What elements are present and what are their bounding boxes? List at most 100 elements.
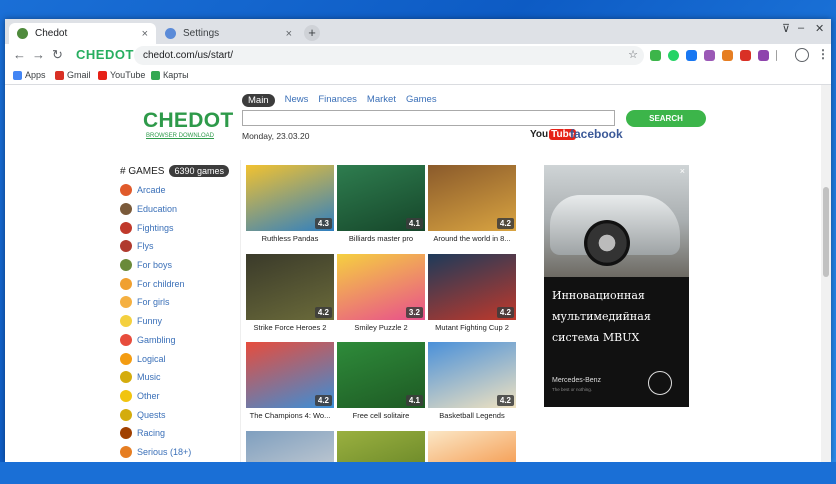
- bookmark-star-icon[interactable]: ☆: [628, 46, 638, 65]
- url-text: chedot.com/us/start/: [143, 50, 234, 61]
- category-label: Flys: [137, 241, 154, 252]
- forward-button[interactable]: →: [32, 47, 45, 62]
- mercedes-ad-banner[interactable]: × Инновационная мультимедийная система M…: [544, 165, 689, 407]
- search-tab-main[interactable]: Main: [242, 94, 275, 107]
- minimize-button[interactable]: –: [798, 22, 804, 34]
- search-input[interactable]: [242, 110, 615, 126]
- new-tab-button[interactable]: +: [304, 25, 320, 41]
- category-arcade[interactable]: Arcade: [120, 181, 235, 200]
- download-icon[interactable]: [758, 50, 769, 61]
- category-flys[interactable]: Flys: [120, 237, 235, 256]
- search-tab-finances[interactable]: Finances: [318, 94, 357, 107]
- close-tab-icon[interactable]: ×: [286, 28, 292, 40]
- game-card[interactable]: 4.2 Mutant Fighting Cup 2: [428, 253, 516, 332]
- game-card[interactable]: 3.2 Smiley Puzzle 2: [337, 253, 425, 332]
- game-rating: 4.2: [314, 395, 332, 406]
- game-card[interactable]: 4.2 The Champions 4: Wo...: [246, 342, 334, 420]
- category-education[interactable]: Education: [120, 200, 235, 219]
- category-icon: [120, 240, 132, 253]
- category-funny[interactable]: Funny: [120, 312, 235, 331]
- bookmark-youtube[interactable]: YouTube: [98, 70, 145, 80]
- bookmark-gmail[interactable]: Gmail: [55, 70, 91, 80]
- game-thumbnail: 4.2: [246, 253, 334, 320]
- category-for-girls[interactable]: For girls: [120, 293, 235, 312]
- game-title: Billiards master pro: [348, 234, 414, 243]
- close-tab-icon[interactable]: ×: [142, 28, 148, 40]
- reload-button[interactable]: ↻: [52, 47, 63, 63]
- game-card[interactable]: [428, 430, 516, 462]
- category-icon: [120, 184, 132, 197]
- games-count-badge: 6390 games: [169, 165, 230, 177]
- tab-settings[interactable]: Settings ×: [157, 23, 300, 44]
- category-for-boys[interactable]: For boys: [120, 256, 235, 275]
- category-gambling[interactable]: Gambling: [120, 331, 235, 350]
- category-for-children[interactable]: For children: [120, 274, 235, 293]
- category-racing[interactable]: Racing: [120, 424, 235, 443]
- category-music[interactable]: Music: [120, 368, 235, 387]
- game-card[interactable]: 4.1 Free cell solitaire: [337, 342, 425, 420]
- game-title: Ruthless Pandas: [261, 234, 319, 243]
- game-title: Strike Force Heroes 2: [253, 322, 327, 332]
- scrollbar[interactable]: [821, 85, 831, 462]
- video-icon[interactable]: [740, 50, 751, 61]
- game-card[interactable]: [246, 430, 334, 462]
- browser-download-link[interactable]: BROWSER DOWNLOAD: [146, 133, 214, 139]
- game-thumbnail: 4.1: [337, 342, 425, 408]
- search-tab-games[interactable]: Games: [406, 94, 437, 107]
- category-label: For children: [137, 278, 185, 289]
- bookmark-apps[interactable]: Apps: [13, 70, 46, 80]
- category-other[interactable]: Other: [120, 387, 235, 406]
- facebook-link[interactable]: facebook: [570, 127, 623, 141]
- maps-icon: [151, 70, 160, 80]
- ad-tagline: The best or nothing.: [552, 387, 593, 392]
- category-quests[interactable]: Quests: [120, 405, 235, 424]
- search-tab-market[interactable]: Market: [367, 94, 396, 107]
- tab-chedot[interactable]: Chedot ×: [9, 23, 156, 44]
- game-title: Basketball Legends: [439, 411, 505, 420]
- ad-car-image: [544, 165, 689, 277]
- game-card[interactable]: 4.2 Basketball Legends: [428, 342, 516, 420]
- search-button[interactable]: SEARCH: [626, 110, 706, 127]
- address-bar[interactable]: chedot.com/us/start/ ☆: [134, 46, 644, 65]
- game-card[interactable]: 4.1 Billiards master pro: [337, 165, 425, 243]
- category-label: Education: [137, 204, 178, 215]
- category-logical[interactable]: Logical: [120, 349, 235, 368]
- game-card[interactable]: 4.2 Strike Force Heroes 2: [246, 253, 334, 332]
- game-rating: 4.2: [314, 306, 332, 318]
- chedot-toolbar-logo[interactable]: CHEDOT: [76, 47, 134, 62]
- search-tab-news[interactable]: News: [285, 94, 309, 107]
- profile-avatar-icon[interactable]: [795, 48, 809, 62]
- category-label: Music: [137, 372, 161, 383]
- category-icon: [120, 427, 132, 440]
- game-card[interactable]: 4.3 Ruthless Pandas: [246, 165, 334, 243]
- menu-icon[interactable]: ⋮: [817, 47, 829, 61]
- apps-grid-icon: [13, 70, 22, 80]
- facebook-icon[interactable]: [686, 50, 697, 61]
- back-button[interactable]: ←: [13, 47, 26, 62]
- whatsapp-icon[interactable]: [668, 50, 679, 61]
- tab-strip: Chedot × Settings × + ⊽ – ✕: [5, 19, 831, 44]
- chedot-logo[interactable]: CHEDOT: [143, 109, 233, 133]
- bookmark-maps[interactable]: Карты: [151, 70, 189, 80]
- category-serious-18[interactable]: Serious (18+): [120, 443, 235, 462]
- category-icon: [120, 259, 132, 272]
- game-rating: 4.2: [496, 395, 514, 406]
- search-tabs: Main News Finances Market Games: [242, 94, 437, 107]
- close-window-button[interactable]: ✕: [815, 22, 824, 35]
- game-card[interactable]: 4.2 Around the world in 8...: [428, 165, 516, 243]
- game-card[interactable]: [337, 430, 425, 462]
- scrollbar-thumb[interactable]: [823, 187, 829, 277]
- tab-search-icon[interactable]: ⊽: [782, 22, 790, 35]
- category-fightings[interactable]: Fightings: [120, 218, 235, 237]
- ad-brand: Mercedes-Benz: [552, 377, 602, 384]
- extension-icon[interactable]: [722, 50, 733, 61]
- game-thumbnail: [428, 430, 516, 462]
- ad-close-icon[interactable]: ×: [680, 166, 685, 176]
- game-rating: 4.1: [405, 395, 423, 406]
- category-label: For girls: [137, 297, 170, 308]
- messenger-icon[interactable]: [704, 50, 715, 61]
- category-icon: [120, 277, 132, 290]
- taskbar: [0, 462, 836, 484]
- extension-icon[interactable]: [650, 50, 661, 61]
- game-title: Smiley Puzzle 2: [354, 322, 408, 332]
